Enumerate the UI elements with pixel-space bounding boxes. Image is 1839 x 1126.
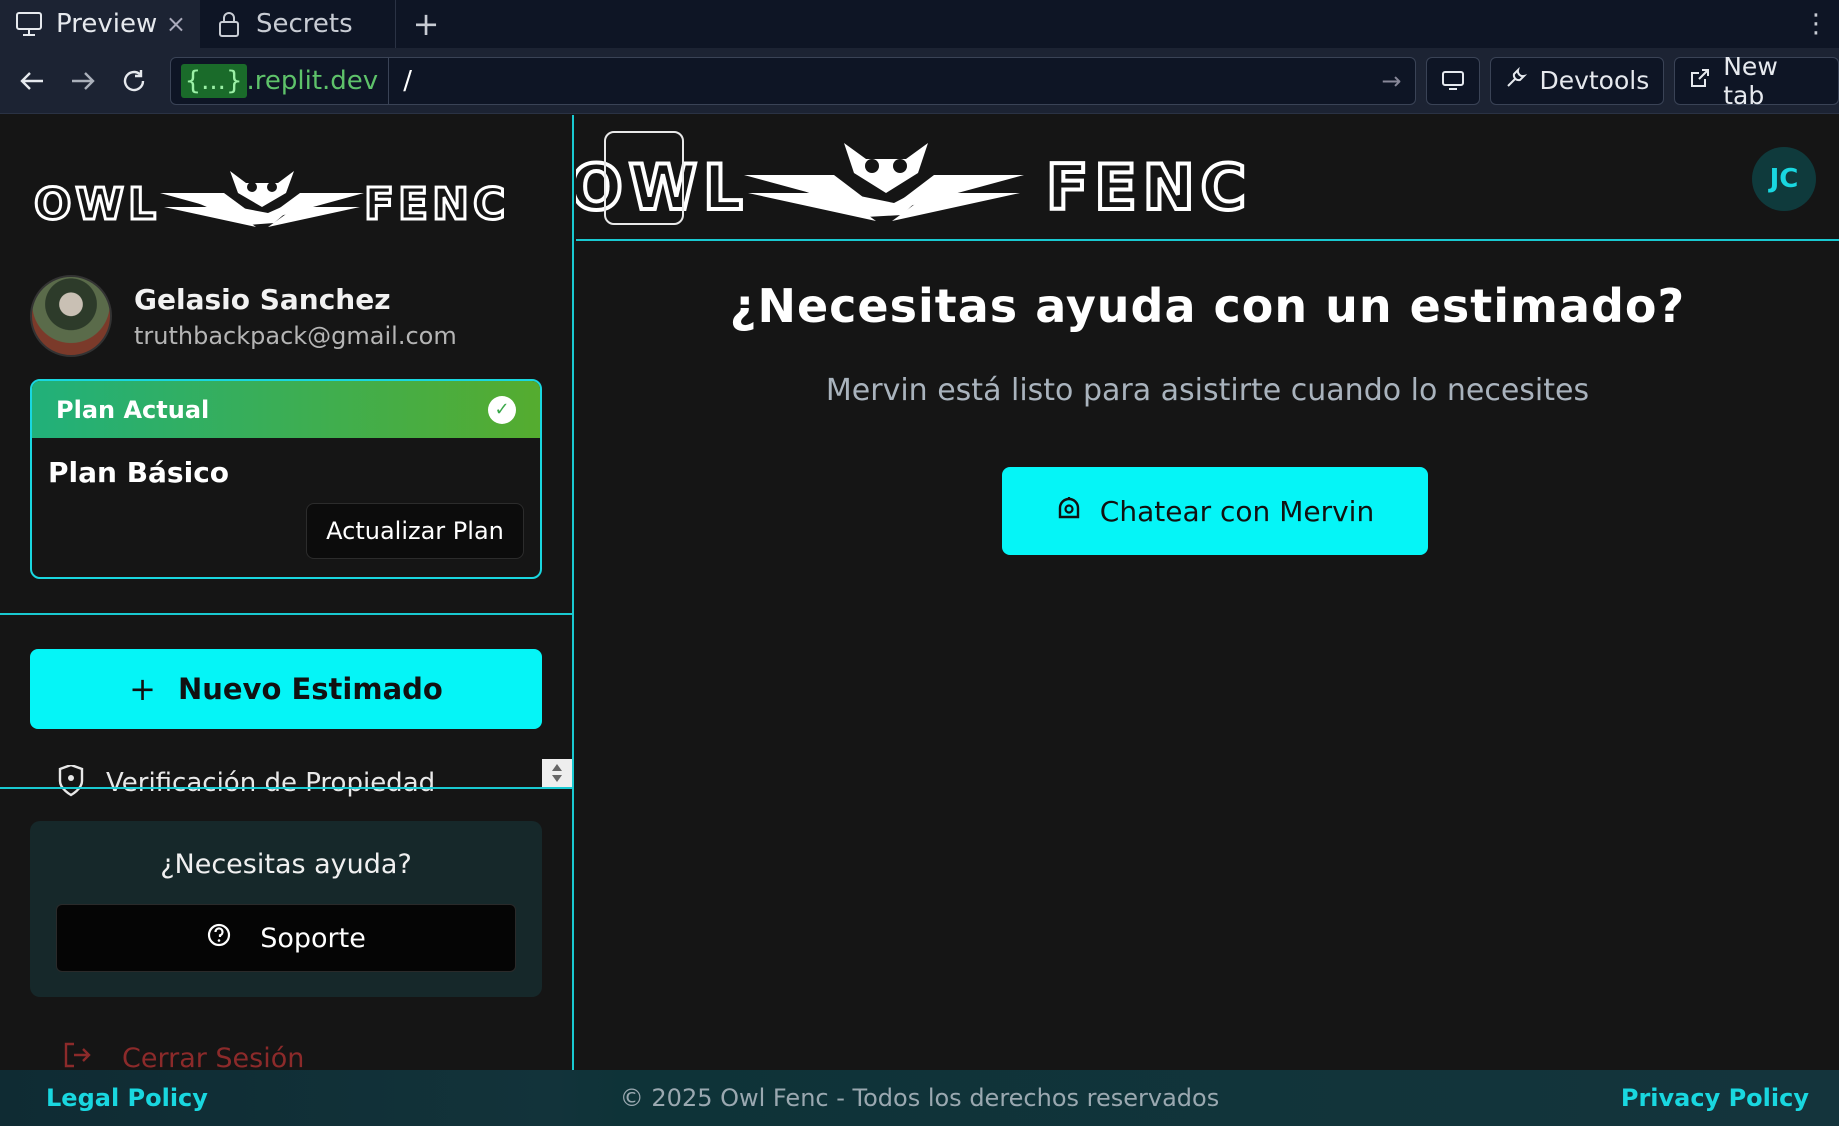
owl-wings-icon <box>160 171 364 227</box>
help-card: ¿Necesitas ayuda? Soporte <box>30 821 542 997</box>
help-circle-icon <box>206 922 232 955</box>
url-field[interactable]: {...} .replit.dev / → <box>169 56 1417 105</box>
user-profile: Gelasio Sanchez truthbackpack@gmail.com <box>30 275 457 357</box>
device-preview-button[interactable] <box>1426 56 1481 105</box>
reload-icon[interactable] <box>114 61 153 101</box>
scrollbar[interactable] <box>542 759 572 787</box>
plan-name: Plan Básico <box>48 456 230 489</box>
check-circle-icon: ✓ <box>488 395 516 424</box>
page-subtitle: Mervin está listo para asistirte cuando … <box>825 373 1590 408</box>
external-link-icon <box>1689 66 1711 95</box>
owl-wings-icon <box>744 143 1024 221</box>
chat-label: Chatear con Mervin <box>1099 494 1375 528</box>
sidebar-item-label: Verificación de Propiedad <box>106 768 436 798</box>
tab-preview[interactable]: Preview × <box>0 0 200 48</box>
new-tab-plus-icon[interactable]: + <box>406 4 446 44</box>
divider <box>0 787 572 789</box>
tab-preview-label: Preview <box>56 9 158 39</box>
logout-icon <box>62 1041 92 1070</box>
url-host: {...} .replit.dev <box>171 57 390 104</box>
devtools-button[interactable]: Devtools <box>1490 56 1665 105</box>
plus-icon: + <box>129 670 156 708</box>
copyright-text: © 2025 Owl Fenc - Todos los derechos res… <box>619 1084 1220 1112</box>
monitor-icon <box>14 9 44 39</box>
main-content: OWL FENC JC ¿Necesitas ayuda con un esti… <box>576 115 1839 1070</box>
legal-policy-link[interactable]: Legal Policy <box>46 1084 208 1112</box>
focus-ring <box>604 131 684 225</box>
user-name: Gelasio Sanchez <box>134 282 391 316</box>
user-avatar-initials[interactable]: JC <box>1752 147 1816 211</box>
bot-icon <box>1056 495 1082 528</box>
browser-tab-bar: Preview × Secrets + ⋮ <box>0 0 1839 48</box>
support-button[interactable]: Soporte <box>56 904 516 972</box>
main-header: OWL FENC JC <box>576 115 1839 241</box>
chat-with-mervin-button[interactable]: Chatear con Mervin <box>1002 467 1428 555</box>
plan-card: Plan Actual ✓ Plan Básico Actualizar Pla… <box>30 379 542 579</box>
more-options-icon[interactable]: ⋮ <box>1803 9 1829 39</box>
tab-secrets-label: Secrets <box>256 9 353 39</box>
url-host-id: {...} <box>180 63 247 98</box>
go-arrow-icon[interactable]: → <box>1381 67 1401 95</box>
logo-text-fenc: FENC <box>364 179 509 230</box>
wrench-icon <box>1505 66 1528 95</box>
tab-secrets[interactable]: Secrets <box>200 0 396 48</box>
footer: Legal Policy © 2025 Owl Fenc - Todos los… <box>0 1070 1839 1126</box>
plan-header: Plan Actual ✓ <box>32 381 540 438</box>
forward-arrow-icon[interactable] <box>63 61 102 101</box>
shield-lock-icon <box>56 765 86 801</box>
owl-fenc-header-logo: OWL FENC <box>576 143 1252 226</box>
upgrade-plan-button[interactable]: Actualizar Plan <box>306 503 524 559</box>
address-bar-row: {...} .replit.dev / → Devtools New tab <box>0 48 1839 114</box>
new-estimate-button[interactable]: + Nuevo Estimado <box>30 649 542 729</box>
support-label: Soporte <box>260 922 366 954</box>
user-email: truthbackpack@gmail.com <box>134 321 457 350</box>
lock-icon <box>214 9 244 39</box>
new-estimate-label: Nuevo Estimado <box>177 672 443 706</box>
url-path: / <box>403 65 412 96</box>
logout-label: Cerrar Sesión <box>122 1043 305 1070</box>
privacy-policy-link[interactable]: Privacy Policy <box>1621 1084 1809 1112</box>
help-title: ¿Necesitas ayuda? <box>160 849 412 880</box>
back-arrow-icon[interactable] <box>12 61 51 101</box>
divider <box>0 613 572 615</box>
url-host-domain: .replit.dev <box>246 65 379 96</box>
plan-header-label: Plan Actual <box>56 395 210 424</box>
screen-icon <box>1442 70 1465 90</box>
header-logo-text-fenc: FENC <box>1046 151 1252 224</box>
page-title: ¿Necesitas ayuda con un estimado? <box>729 279 1686 333</box>
close-icon[interactable]: × <box>166 10 186 38</box>
sidebar: OWL FENC Gelasio Sanchez truthbackpack@g… <box>0 115 574 1070</box>
new-tab-button[interactable]: New tab <box>1674 52 1839 110</box>
new-tab-label: New tab <box>1723 51 1778 110</box>
sidebar-item-property-verification[interactable]: Verificación de Propiedad <box>56 765 435 801</box>
devtools-label: Devtools <box>1539 66 1650 95</box>
logout-button[interactable]: Cerrar Sesión <box>62 1041 304 1070</box>
owl-fenc-logo: OWL FENC <box>34 171 509 232</box>
logo-text-owl: OWL <box>34 179 160 230</box>
avatar <box>30 275 112 357</box>
